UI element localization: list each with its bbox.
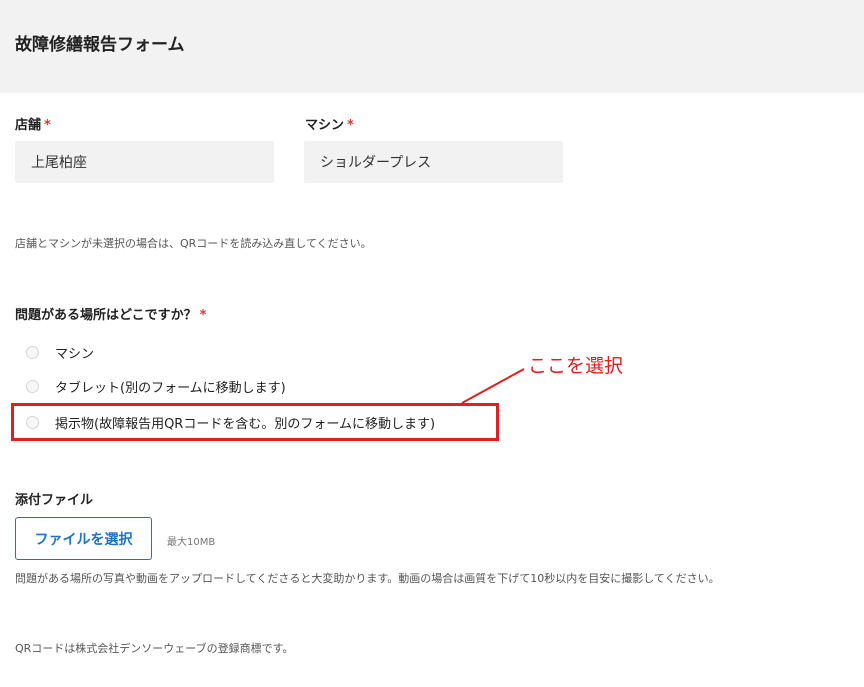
store-label-text: 店舗 — [15, 118, 42, 133]
page-title: 故障修繕報告フォーム — [15, 35, 185, 55]
question-label-text: 問題がある場所はどこですか？ — [15, 308, 197, 323]
radio-button[interactable] — [26, 380, 39, 393]
machine-label: マシン * — [305, 114, 354, 133]
annotation-highlight-box — [11, 403, 499, 441]
required-mark: * — [199, 308, 207, 323]
machine-field[interactable]: ショルダープレス — [304, 141, 563, 183]
required-mark: * — [44, 118, 51, 133]
radio-button[interactable] — [26, 346, 39, 359]
annotation-text: ここを選択 — [528, 355, 624, 377]
attachment-label: 添付ファイル — [15, 493, 94, 508]
qr-hint-text: 店舗とマシンが未選択の場合は、QRコードを読み込み直してください。 — [15, 237, 372, 250]
radio-option-tablet[interactable]: タブレット(別のフォームに移動します) — [26, 377, 286, 396]
required-mark: * — [347, 118, 354, 133]
machine-label-text: マシン — [305, 118, 345, 133]
annotation-pointer-line — [461, 368, 525, 404]
store-field[interactable]: 上尾柏座 — [15, 141, 274, 183]
file-size-limit: 最大10MB — [167, 537, 216, 548]
store-label: 店舗 * — [15, 114, 51, 133]
radio-option-machine[interactable]: マシン — [26, 343, 94, 362]
choose-file-button[interactable]: ファイルを選択 — [15, 517, 152, 560]
radio-option-label: マシン — [55, 347, 95, 362]
question-label: 問題がある場所はどこですか？ * — [15, 304, 206, 323]
radio-option-label: タブレット(別のフォームに移動します) — [55, 381, 286, 396]
trademark-note: QRコードは株式会社デンソーウェーブの登録商標です。 — [15, 642, 294, 655]
form-header: 故障修繕報告フォーム — [0, 0, 864, 93]
attachment-hint: 問題がある場所の写真や動画をアップロードしてくださると大変助かります。動画の場合… — [15, 572, 720, 585]
